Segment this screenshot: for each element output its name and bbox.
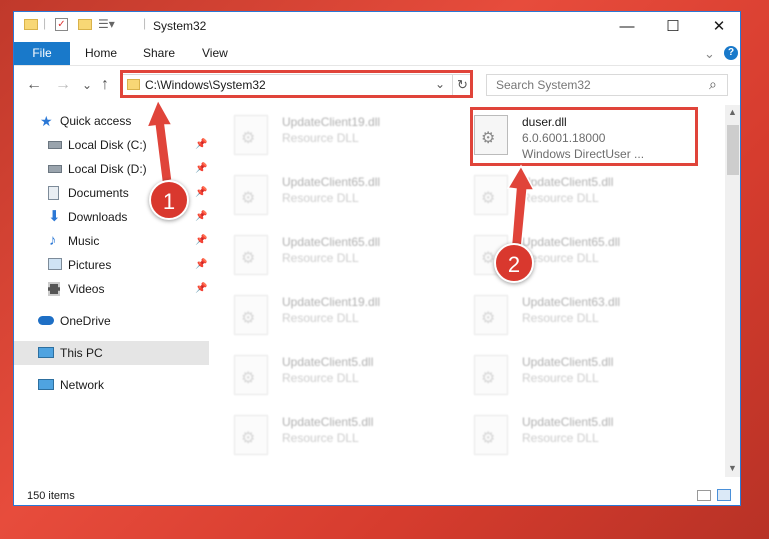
step-2-badge: 2 [494,243,534,283]
callout-arrows [145,98,536,253]
step-1-badge: 1 [149,180,189,220]
arrow-2 [506,164,536,253]
arrow-1 [145,98,174,183]
